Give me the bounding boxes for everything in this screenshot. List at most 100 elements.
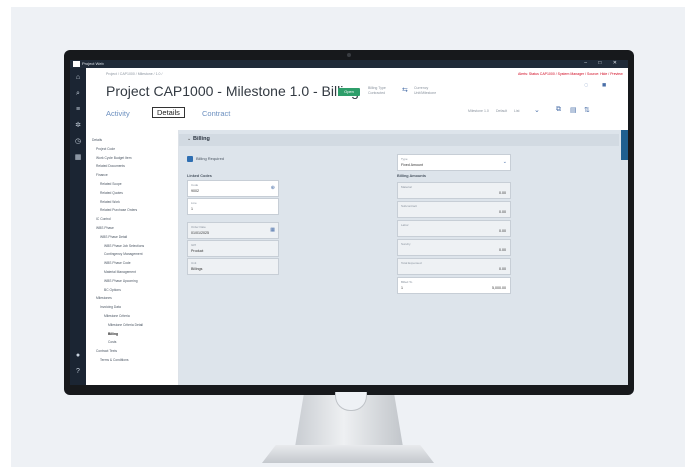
side-panel-tab[interactable] xyxy=(621,130,628,160)
billing-amount-field: Subcontract 0.00 xyxy=(397,201,511,218)
billing-section-header[interactable] xyxy=(179,134,619,146)
sidebar-item[interactable]: Related Work xyxy=(100,200,120,204)
sort-label: Default xyxy=(496,109,508,113)
field-value: 1 xyxy=(401,286,403,290)
app-name: Project Web xyxy=(82,61,104,66)
chevron-down-icon: ⌄ xyxy=(502,159,507,165)
sidebar-item[interactable]: Billing xyxy=(108,332,118,336)
sidebar-item[interactable]: Contingency Management xyxy=(104,252,143,256)
title-bar: Project Web – □ ✕ xyxy=(70,60,628,68)
page-title: Project CAP1000 - Milestone 1.0 - Billin… xyxy=(106,83,359,99)
field-value: 0.00 xyxy=(499,267,506,271)
billing-amount-field: Labor 0.00 xyxy=(397,220,511,237)
type-label: Type xyxy=(401,157,408,161)
sidebar-item[interactable]: WBS Phase Detail xyxy=(100,235,127,239)
monitor-stand-base xyxy=(262,445,434,463)
left-navigation: ⌂ ⌕ ≡ ✲ ◷ ▦ ● ? xyxy=(70,68,86,385)
chevron-down-icon[interactable]: ⌄ xyxy=(534,106,540,114)
bookmark-icon[interactable]: ■ xyxy=(602,82,606,89)
gear-icon[interactable]: ✲ xyxy=(74,122,82,130)
field-value: 0.00 xyxy=(499,191,506,195)
help-icon[interactable]: ? xyxy=(74,368,82,376)
type-value: Fixed Amount xyxy=(401,163,423,167)
field-value: 1 xyxy=(191,207,193,211)
alert-text[interactable]: Alerts: Status CAP1000 / System Manager … xyxy=(518,72,623,76)
currency-value: Unit/Milestone xyxy=(414,90,437,95)
billing-amount-field[interactable]: Billed To 1 5,000.00 xyxy=(397,277,511,294)
billing-panel: ⌄ Billing Billing Required Type Fixed Am… xyxy=(179,130,628,385)
grid-icon[interactable]: ▦ xyxy=(74,154,82,162)
sidebar-item[interactable]: Work Cycle Budget Item xyxy=(96,156,132,160)
breadcrumb[interactable]: Project / CAP1000 / Milestone / 1.0 / xyxy=(106,72,162,76)
sidebar-item[interactable]: Related Scope xyxy=(100,182,122,186)
sidebar-item[interactable]: WBS Phase Code xyxy=(104,261,131,265)
billing-amount-field: Material 0.00 xyxy=(397,182,511,199)
sidebar-item[interactable]: Terms & Conditions xyxy=(100,358,129,362)
list-icon[interactable]: ≡ xyxy=(74,106,82,114)
chevron-down-icon[interactable]: ⌄ xyxy=(187,136,191,142)
sort-value[interactable]: List xyxy=(514,109,519,114)
lookup-icon[interactable]: ⊕ xyxy=(271,185,275,191)
app-screen: Project Web – □ ✕ ⌂ ⌕ ≡ ✲ ◷ ▦ ● ? Projec… xyxy=(70,60,628,385)
billing-type-label: Billing Type xyxy=(368,86,386,90)
sidebar-item[interactable]: WBS Phase Job Selections xyxy=(104,244,144,248)
billing-amounts-title: Billing Amounts xyxy=(397,174,426,178)
home-icon[interactable]: ⌂ xyxy=(74,74,82,82)
billing-required-checkbox[interactable] xyxy=(187,156,193,162)
sidebar-item[interactable]: BC Options xyxy=(104,288,121,292)
window-controls[interactable]: – □ ✕ xyxy=(584,60,622,66)
sidebar-item[interactable]: Costs xyxy=(108,340,116,344)
sidebar-item[interactable]: Milestones xyxy=(96,296,112,300)
sidebar-item[interactable]: Milestone Criteria xyxy=(104,314,130,318)
sidebar-item[interactable]: Contract Texts xyxy=(96,349,117,353)
field-label: Sundry xyxy=(401,242,411,246)
sidebar-item[interactable]: Related Purchase Orders xyxy=(100,208,137,212)
chat-icon[interactable]: ◌ xyxy=(584,82,588,89)
billing-type-info: Billing Type Contracted xyxy=(368,86,386,95)
camera-dot xyxy=(347,53,351,57)
field-label: Material xyxy=(401,185,412,189)
sidebar-item[interactable]: Details xyxy=(92,138,102,142)
type-select[interactable]: Type Fixed Amount ⌄ xyxy=(397,154,511,171)
field-value: Product xyxy=(191,249,204,253)
clock-icon[interactable]: ◷ xyxy=(74,138,82,146)
field-label: Code xyxy=(191,183,199,187)
calendar-icon[interactable]: ▦ xyxy=(270,227,275,233)
field-value: 9002 xyxy=(191,189,199,193)
sidebar-item[interactable]: Project Code xyxy=(96,147,115,151)
linked-code-field[interactable]: Code 9002 ⊕ xyxy=(187,180,279,197)
linked-code-field: Order Date 01/01/2025 ▦ xyxy=(187,222,279,239)
folder-icon[interactable]: ▤ xyxy=(570,106,577,114)
field-value: Billings xyxy=(191,267,203,271)
tab-details[interactable]: Details xyxy=(152,107,185,118)
sidebar-item[interactable]: WBS Phase Upcoming xyxy=(104,279,138,283)
app-logo-icon xyxy=(73,61,80,67)
linked-codes-title: Linked Codes xyxy=(187,174,212,178)
sync-icon[interactable]: ⇅ xyxy=(584,106,590,114)
sidebar-item[interactable]: Milestone Criteria Detail xyxy=(108,323,143,327)
copy-icon[interactable]: ⧉ xyxy=(556,106,561,114)
user-icon[interactable]: ● xyxy=(74,352,82,360)
field-value: 01/01/2025 xyxy=(191,231,209,235)
tab-contract[interactable]: Contract xyxy=(202,109,230,118)
search-icon[interactable]: ⌕ xyxy=(74,90,82,98)
field-label: Labor xyxy=(401,223,409,227)
linked-code-field[interactable]: Line 1 xyxy=(187,198,279,215)
sidebar-item[interactable]: Invoicing Data xyxy=(100,305,121,309)
status-badge: Open xyxy=(338,88,360,96)
linked-code-field: Unit Billings xyxy=(187,258,279,275)
sidebar-item[interactable]: Related Quotes xyxy=(100,191,123,195)
tab-activity[interactable]: Activity xyxy=(106,109,130,118)
sidebar-item[interactable]: Material Management xyxy=(104,270,136,274)
sidebar-item[interactable]: Finance xyxy=(96,173,108,177)
sidebar-item[interactable]: WBS Phase xyxy=(96,226,114,230)
field-amount: 5,000.00 xyxy=(492,286,506,290)
linked-code-field: GPI Product xyxy=(187,240,279,257)
field-label: Billed To xyxy=(401,280,413,284)
field-label: Line xyxy=(191,201,197,205)
link-icon[interactable]: ⇆ xyxy=(402,86,408,94)
sidebar-item[interactable]: IC Control xyxy=(96,217,111,221)
page-header: Project / CAP1000 / Milestone / 1.0 / Al… xyxy=(86,68,628,130)
field-value: 0.00 xyxy=(499,210,506,214)
sidebar-item[interactable]: Related Documents xyxy=(96,164,125,168)
